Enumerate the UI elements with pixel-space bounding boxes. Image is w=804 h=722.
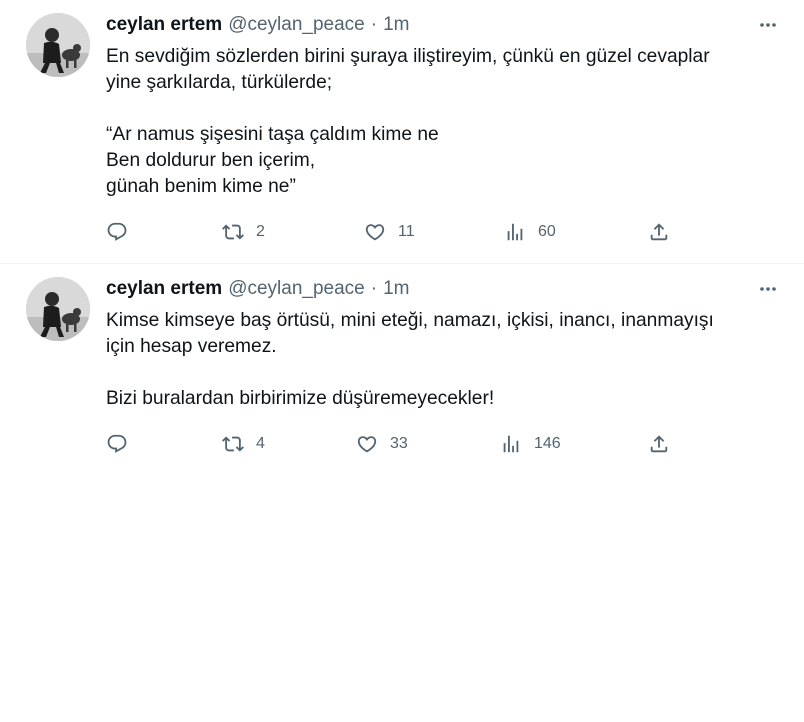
more-icon[interactable] bbox=[756, 15, 780, 35]
tweet-actions: 4 33 146 bbox=[106, 430, 784, 458]
separator-dot: · bbox=[370, 278, 378, 299]
more-icon[interactable] bbox=[756, 279, 780, 299]
like-count: 33 bbox=[390, 435, 408, 452]
like-button[interactable]: 11 bbox=[364, 218, 415, 246]
tweet[interactable]: ceylan ertem @ceylan_peace · 1m Kimse ki… bbox=[0, 264, 804, 464]
views-icon bbox=[507, 223, 523, 241]
tweet-text-line: Kimse kimseye baş örtüsü, mini eteği, na… bbox=[106, 310, 714, 331]
views-button[interactable]: 146 bbox=[500, 430, 561, 458]
tweet[interactable]: ceylan ertem @ceylan_peace · 1m En sevdi… bbox=[0, 0, 804, 264]
retweet-icon bbox=[222, 436, 244, 452]
tweet-text-line: En sevdiğim sözlerden birini şuraya iliş… bbox=[106, 46, 710, 67]
like-button[interactable]: 33 bbox=[356, 430, 408, 458]
views-button[interactable]: 60 bbox=[504, 218, 556, 246]
share-icon bbox=[650, 223, 668, 241]
heart-icon bbox=[365, 224, 385, 241]
retweet-button[interactable]: 2 bbox=[222, 218, 265, 246]
author-handle[interactable]: @ceylan_peace bbox=[228, 276, 365, 302]
share-button[interactable] bbox=[648, 218, 670, 246]
retweet-button[interactable]: 4 bbox=[222, 430, 265, 458]
view-count: 146 bbox=[534, 435, 561, 452]
reply-button[interactable] bbox=[106, 430, 140, 458]
tweet-text-line: Bizi buralardan birbirimize düşüremeyece… bbox=[106, 388, 495, 409]
reply-icon bbox=[107, 434, 127, 453]
tweet-text-line: için hesap veremez. bbox=[106, 336, 277, 357]
like-count: 11 bbox=[398, 223, 415, 240]
tweet-text-blank bbox=[106, 96, 784, 122]
tweet-header: ceylan ertem @ceylan_peace · 1m bbox=[106, 276, 784, 302]
avatar[interactable] bbox=[26, 277, 90, 341]
timestamp[interactable]: 1m bbox=[383, 276, 409, 302]
tweet-text-line: Ben doldurur ben içerim, bbox=[106, 150, 316, 171]
tweet-text: En sevdiğim sözlerden birini şuraya iliş… bbox=[106, 44, 784, 200]
author-name[interactable]: ceylan ertem bbox=[106, 276, 222, 302]
tweet-text: Kimse kimseye baş örtüsü, mini eteği, na… bbox=[106, 308, 784, 412]
timestamp[interactable]: 1m bbox=[383, 12, 409, 38]
author-name[interactable]: ceylan ertem bbox=[106, 12, 222, 38]
heart-icon bbox=[357, 436, 377, 453]
tweet-text-line: “Ar namus şişesini taşa çaldım kime ne bbox=[106, 124, 439, 145]
tweet-text-line: günah benim kime ne” bbox=[106, 176, 296, 197]
avatar[interactable] bbox=[26, 13, 90, 77]
tweet-text-blank bbox=[106, 360, 784, 386]
tweet-actions: 2 11 60 bbox=[106, 218, 784, 246]
author-handle[interactable]: @ceylan_peace bbox=[228, 12, 365, 38]
share-icon bbox=[650, 435, 668, 453]
separator-dot: · bbox=[370, 14, 378, 35]
retweet-count: 2 bbox=[256, 223, 265, 240]
tweet-header: ceylan ertem @ceylan_peace · 1m bbox=[106, 12, 784, 38]
view-count: 60 bbox=[538, 223, 556, 240]
retweet-icon bbox=[222, 224, 244, 240]
retweet-count: 4 bbox=[256, 435, 265, 452]
share-button[interactable] bbox=[648, 430, 670, 458]
tweet-actions bbox=[106, 694, 784, 722]
reply-button[interactable] bbox=[106, 218, 140, 246]
reply-icon bbox=[107, 222, 127, 241]
tweet-text-line: yine şarkılarda, türkülerde; bbox=[106, 72, 333, 93]
views-icon bbox=[503, 435, 519, 453]
